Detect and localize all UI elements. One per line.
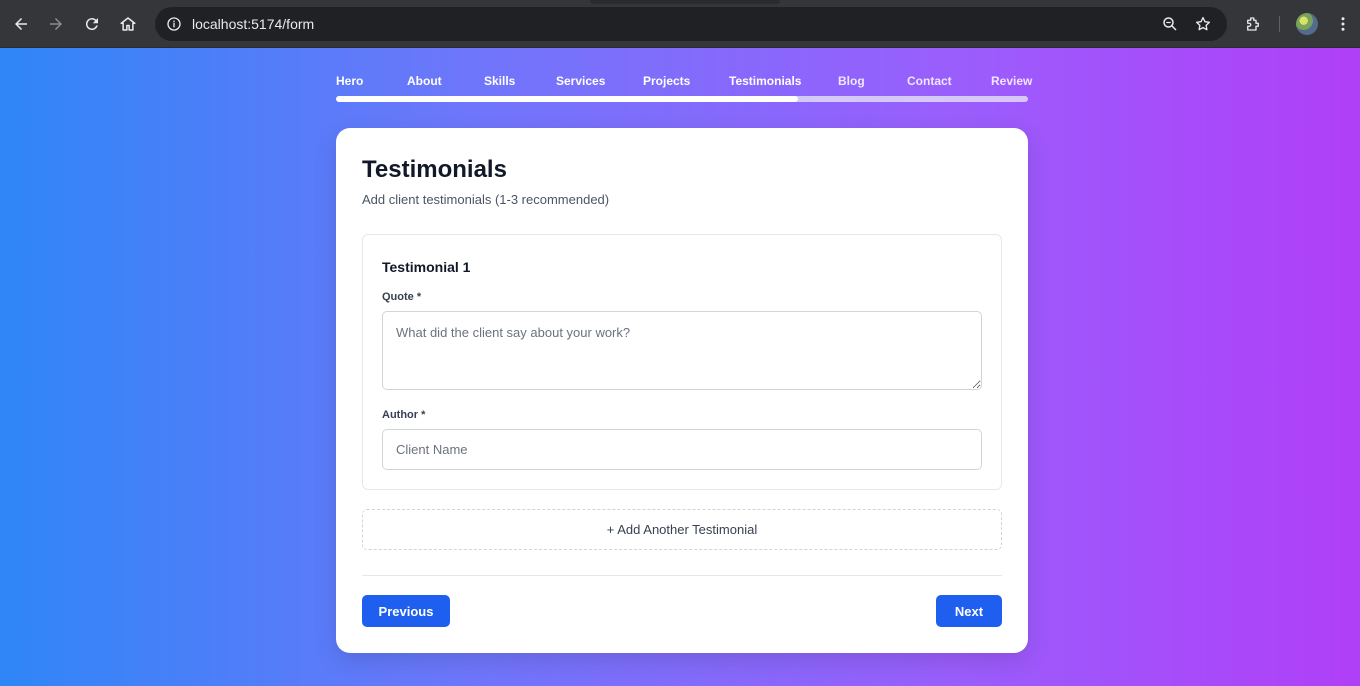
form-card: Testimonials Add client testimonials (1-… [336, 128, 1028, 653]
testimonial-title: Testimonial 1 [382, 259, 471, 275]
quote-textarea[interactable] [382, 311, 982, 390]
back-icon[interactable] [7, 10, 35, 38]
step-nav: Hero About Skills Services Projects Test… [336, 74, 1032, 88]
step-testimonials[interactable]: Testimonials [729, 74, 801, 88]
step-projects[interactable]: Projects [643, 74, 690, 88]
footer-divider [362, 575, 1002, 576]
author-label: Author * [382, 409, 426, 421]
menu-kebab-icon[interactable] [1329, 10, 1357, 38]
progress-bar [336, 96, 1028, 102]
step-contact[interactable]: Contact [907, 74, 952, 88]
step-review[interactable]: Review [991, 74, 1032, 88]
forward-icon[interactable] [42, 10, 70, 38]
page-title: Testimonials [362, 156, 507, 183]
step-blog[interactable]: Blog [838, 74, 865, 88]
toolbar-divider [1279, 16, 1280, 32]
browser-toolbar: localhost:5174/form [0, 0, 1360, 48]
step-about[interactable]: About [407, 74, 442, 88]
zoom-icon[interactable] [1156, 10, 1184, 38]
next-button[interactable]: Next [936, 595, 1002, 627]
extensions-icon[interactable] [1239, 10, 1267, 38]
tab-strip-edge [590, 0, 780, 4]
add-testimonial-button[interactable]: + Add Another Testimonial [362, 509, 1002, 550]
quote-label: Quote * [382, 291, 422, 303]
page-subtitle: Add client testimonials (1-3 recommended… [362, 192, 610, 207]
step-skills[interactable]: Skills [484, 74, 515, 88]
author-input[interactable] [382, 429, 982, 470]
progress-fill [336, 96, 798, 102]
url-text[interactable]: localhost:5174/form [192, 16, 314, 32]
step-services[interactable]: Services [556, 74, 605, 88]
site-info-icon[interactable] [163, 13, 185, 35]
previous-button[interactable]: Previous [362, 595, 450, 627]
home-icon[interactable] [114, 10, 142, 38]
testimonial-card: Testimonial 1 Quote * Author * [362, 234, 1002, 490]
profile-avatar[interactable] [1296, 13, 1318, 35]
step-hero[interactable]: Hero [336, 74, 363, 88]
bookmark-star-icon[interactable] [1189, 10, 1217, 38]
reload-icon[interactable] [78, 10, 106, 38]
page-background: Hero About Skills Services Projects Test… [0, 48, 1360, 686]
address-bar[interactable]: localhost:5174/form [155, 7, 1227, 41]
